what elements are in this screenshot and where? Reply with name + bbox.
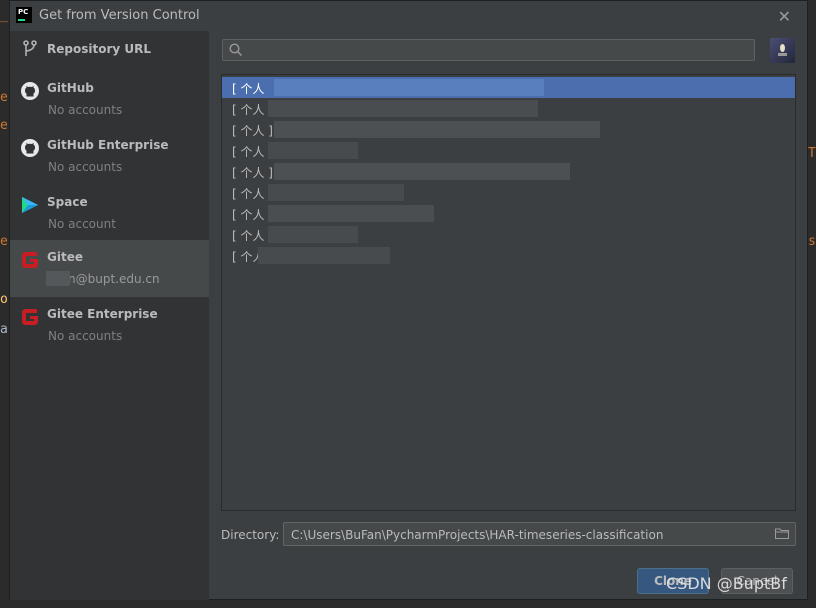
directory-label: Directory: — [221, 528, 280, 542]
redacted-blur — [274, 163, 570, 180]
sidebar-item-account: No accounts — [48, 103, 123, 117]
sidebar-item-label: GitHub — [47, 81, 94, 95]
github-icon — [21, 82, 39, 100]
redacted-blur — [268, 142, 358, 159]
ide-code-fragment: T — [808, 146, 816, 161]
get-from-vcs-dialog: PC Get from Version Control ✕ Repository… — [9, 0, 808, 600]
vcs-provider-sidebar: Repository URL GitHub No accounts GitHub… — [10, 31, 209, 600]
sidebar-item-github-enterprise[interactable]: GitHub Enterprise No accounts — [10, 128, 209, 185]
window-title: Get from Version Control — [39, 8, 200, 23]
repository-row[interactable]: [ 个人 ] — [222, 161, 795, 182]
repository-row[interactable]: [ 个人 — [222, 224, 795, 245]
redacted-blur — [268, 226, 358, 243]
sidebar-item-label: Repository URL — [47, 42, 151, 56]
repository-name: [ 个人 ] — [232, 166, 273, 180]
sidebar-item-label: GitHub Enterprise — [47, 138, 169, 152]
sidebar-item-gitee-enterprise[interactable]: Gitee Enterprise No accounts — [10, 297, 209, 354]
redacted-blur — [258, 247, 390, 264]
redacted-blur — [268, 205, 434, 222]
branch-icon — [23, 40, 37, 56]
repository-name: [ 个人 — [232, 229, 265, 243]
redacted-blur — [274, 121, 600, 138]
title-bar: PC Get from Version Control ✕ — [10, 1, 807, 31]
redacted-blur — [46, 271, 70, 286]
search-input[interactable] — [247, 41, 751, 61]
repository-row[interactable]: [ 个人 — [222, 77, 795, 98]
ide-code-fragment: e — [0, 234, 8, 249]
directory-input[interactable] — [289, 525, 763, 545]
redacted-blur — [274, 79, 544, 96]
sidebar-item-label: Gitee Enterprise — [47, 307, 158, 321]
gitee-icon — [22, 309, 38, 325]
repository-row[interactable]: [ 个人 — [222, 98, 795, 119]
repository-row[interactable]: [ 个人 — [222, 182, 795, 203]
redacted-blur — [268, 100, 538, 117]
directory-field[interactable] — [283, 522, 796, 546]
sidebar-item-gitee[interactable]: Gitee n@bupt.edu.cn — [10, 240, 209, 297]
close-icon[interactable]: ✕ — [778, 7, 791, 26]
sidebar-item-account: n@bupt.edu.cn — [68, 272, 160, 286]
sidebar-item-account: No account — [48, 217, 116, 231]
folder-browse-icon[interactable] — [775, 528, 789, 539]
repository-name: [ 个人 — [232, 145, 265, 159]
sidebar-item-github[interactable]: GitHub No accounts — [10, 71, 209, 128]
repository-row[interactable]: [ 个人 — [222, 203, 795, 224]
repository-name: [ 个人 — [232, 82, 265, 96]
repository-list: [ 个人 [ 个人 [ 个人 ] [ 个人 [ 个人 ] [ 个人 [个人 [… — [221, 74, 796, 511]
repository-name: [ 个人 — [232, 208, 265, 222]
ide-code-fragment: _ — [0, 8, 8, 23]
sidebar-item-label: Space — [47, 195, 88, 209]
repository-row[interactable]: [ 个人 — [222, 140, 795, 161]
search-icon — [229, 43, 243, 57]
repository-name: [ 个人 — [232, 103, 265, 117]
redacted-blur — [268, 184, 404, 201]
pycharm-logo-icon: PC — [16, 7, 32, 23]
sidebar-item-label: Gitee — [47, 250, 83, 264]
repository-row[interactable]: [ 个人 — [222, 245, 795, 266]
repository-name: [ 个人 ] — [232, 124, 273, 138]
account-avatar[interactable] — [770, 38, 795, 63]
watermark: CSDN @BuptBf — [666, 574, 787, 593]
ide-code-fragment: s — [808, 234, 816, 249]
gitee-icon — [22, 252, 38, 268]
ide-code-fragment: e — [0, 118, 8, 133]
ide-code-fragment: a — [0, 322, 8, 337]
ide-code-fragment: o — [0, 292, 8, 307]
search-box[interactable] — [222, 39, 755, 61]
sidebar-item-account: No accounts — [48, 160, 123, 174]
main-panel: [ 个人 [ 个人 [ 个人 ] [ 个人 [ 个人 ] [ 个人 [个人 [… — [209, 31, 807, 600]
ide-code-fragment: e — [0, 90, 8, 105]
github-icon — [21, 139, 39, 157]
repository-row[interactable]: [ 个人 ] — [222, 119, 795, 140]
sidebar-item-account: No accounts — [48, 329, 123, 343]
sidebar-item-space[interactable]: Space No account — [10, 185, 209, 242]
repository-name: [ 个人 — [232, 187, 265, 201]
space-icon — [22, 197, 38, 213]
